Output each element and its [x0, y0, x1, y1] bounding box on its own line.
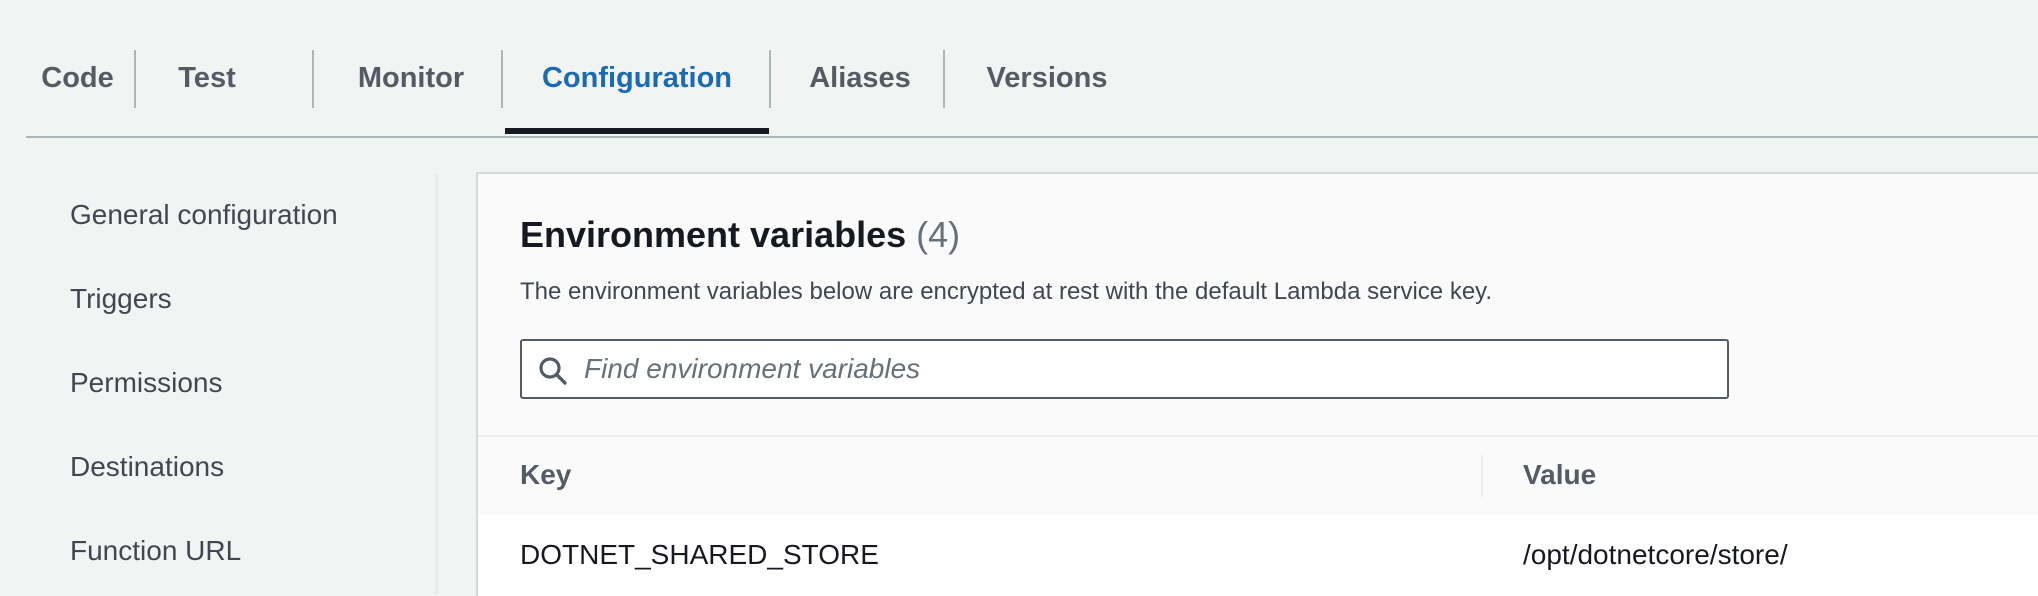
tab-separator: [501, 50, 503, 108]
tab-configuration-label: Configuration: [541, 61, 733, 94]
tab-test[interactable]: Test: [138, 48, 276, 108]
tab-monitor[interactable]: Monitor: [316, 48, 506, 108]
tab-code-label: Code: [41, 61, 114, 94]
sidebar-item-destinations[interactable]: Destinations: [70, 451, 224, 483]
tab-separator: [312, 50, 314, 108]
sidebar-item-general-configuration[interactable]: General configuration: [70, 199, 338, 231]
tab-aliases-label: Aliases: [809, 61, 911, 94]
tab-versions-label: Versions: [986, 61, 1108, 94]
column-divider[interactable]: [1481, 455, 1483, 497]
tab-separator: [943, 50, 945, 108]
sidebar-divider: [435, 174, 438, 594]
search-box[interactable]: [520, 339, 1729, 399]
sidebar-item-triggers[interactable]: Triggers: [70, 283, 172, 315]
tab-aliases[interactable]: Aliases: [773, 48, 947, 108]
env-key-cell: DOTNET_SHARED_STORE: [520, 539, 879, 570]
column-header-key[interactable]: Key: [520, 459, 571, 491]
variable-count: (4): [916, 214, 961, 255]
tab-versions[interactable]: Versions: [947, 48, 1147, 108]
env-value-cell: /opt/dotnetcore/store/: [1523, 539, 1788, 570]
panel-description: The environment variables below are encr…: [520, 278, 1493, 305]
panel-title: Environment variables (4): [520, 214, 960, 256]
environment-variables-panel: Environment variables (4) The environmen…: [476, 172, 2038, 596]
tab-separator: [769, 50, 771, 108]
panel-title-text: Environment variables: [520, 214, 907, 255]
table-header: Key Value: [478, 435, 2038, 517]
active-tab-indicator: [505, 128, 769, 134]
tab-configuration[interactable]: Configuration: [505, 48, 769, 108]
tab-code[interactable]: Code: [26, 48, 129, 108]
tab-separator: [134, 50, 136, 108]
sidebar-item-permissions[interactable]: Permissions: [70, 367, 222, 399]
tab-bar: Code Test Monitor Configuration Aliases …: [26, 0, 2038, 138]
search-icon: [539, 357, 567, 385]
sidebar-item-function-url[interactable]: Function URL: [70, 535, 241, 567]
column-header-value[interactable]: Value: [1523, 459, 1596, 491]
tab-test-label: Test: [178, 61, 236, 94]
table-row: DOTNET_SHARED_STORE /opt/dotnetcore/stor…: [478, 515, 2038, 596]
search-input[interactable]: [584, 347, 1704, 391]
tab-monitor-label: Monitor: [357, 61, 465, 94]
